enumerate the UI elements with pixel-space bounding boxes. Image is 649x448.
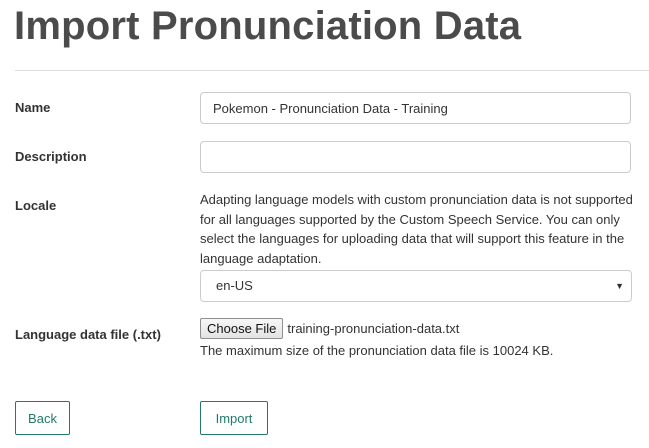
file-size-hint: The maximum size of the pronunciation da… <box>200 343 554 358</box>
name-input[interactable] <box>200 92 631 124</box>
back-button[interactable]: Back <box>15 401 70 435</box>
page-title: Import Pronunciation Data <box>14 4 522 48</box>
import-button[interactable]: Import <box>200 401 268 435</box>
description-label: Description <box>15 149 87 164</box>
locale-help-text: Adapting language models with custom pro… <box>200 192 633 266</box>
locale-label: Locale <box>15 198 57 213</box>
caret-down-icon: ▼ <box>615 281 624 291</box>
title-divider <box>15 70 649 71</box>
description-input[interactable] <box>200 141 631 173</box>
name-label: Name <box>15 100 51 115</box>
locale-select[interactable]: en-US ▼ <box>200 270 632 302</box>
choose-file-button[interactable]: Choose File <box>200 318 284 339</box>
language-file-label: Language data file (.txt) <box>15 327 161 342</box>
locale-selected-value: en-US <box>216 278 253 293</box>
selected-file-name: training-pronunciation-data.txt <box>287 321 460 336</box>
file-picker: Choose File training-pronunciation-data.t… <box>200 318 459 340</box>
